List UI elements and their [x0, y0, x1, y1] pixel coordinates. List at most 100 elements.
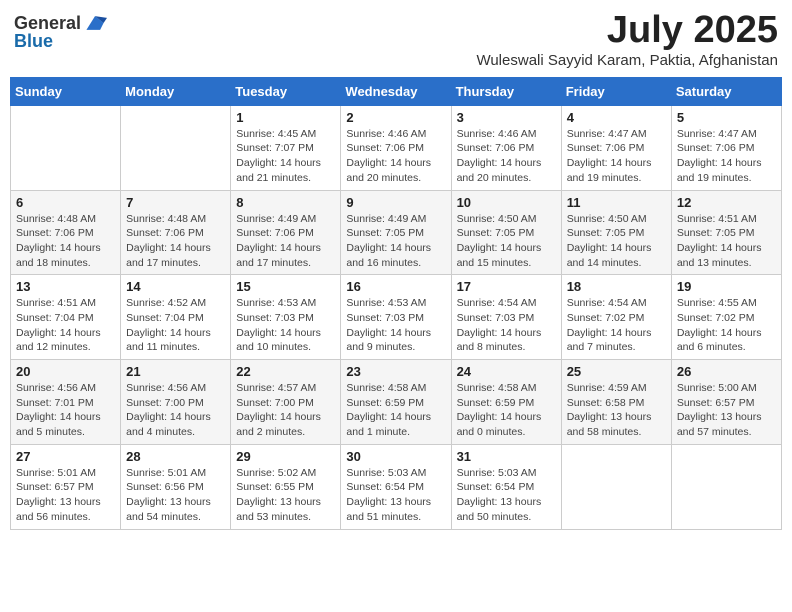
day-number: 23 — [346, 364, 445, 379]
table-row: 1 Sunrise: 4:45 AM Sunset: 7:07 PM Daylig… — [231, 105, 341, 190]
day-number: 3 — [457, 110, 556, 125]
day-number: 22 — [236, 364, 335, 379]
table-row: 7 Sunrise: 4:48 AM Sunset: 7:06 PM Daylig… — [121, 190, 231, 275]
title-block: July 2025 Wuleswali Sayyid Karam, Paktia… — [476, 10, 778, 69]
table-row: 5 Sunrise: 4:47 AM Sunset: 7:06 PM Daylig… — [671, 105, 781, 190]
day-detail: Sunrise: 4:56 AM Sunset: 7:00 PM Dayligh… — [126, 381, 225, 440]
table-row: 16 Sunrise: 4:53 AM Sunset: 7:03 PM Dayli… — [341, 275, 451, 360]
table-row: 2Sunrise: 4:46 AM Sunset: 7:06 PM Daylig… — [341, 105, 451, 190]
day-number: 20 — [16, 364, 115, 379]
col-monday: Monday — [121, 77, 231, 105]
day-number: 21 — [126, 364, 225, 379]
day-detail: Sunrise: 4:58 AM Sunset: 6:59 PM Dayligh… — [346, 381, 445, 440]
day-number: 8 — [236, 195, 335, 210]
day-detail: Sunrise: 4:46 AM Sunset: 7:06 PM Dayligh… — [346, 127, 445, 186]
table-row: 24 Sunrise: 4:58 AM Sunset: 6:59 PM Dayli… — [451, 360, 561, 445]
calendar-header-row: Sunday Monday Tuesday Wednesday Thursday… — [11, 77, 782, 105]
day-number: 24 — [457, 364, 556, 379]
table-row: 27Sunrise: 5:01 AM Sunset: 6:57 PM Dayli… — [11, 444, 121, 529]
table-row: 13Sunrise: 4:51 AM Sunset: 7:04 PM Dayli… — [11, 275, 121, 360]
day-number: 16 — [346, 279, 445, 294]
logo: General Blue — [14, 14, 107, 50]
table-row: 22 Sunrise: 4:57 AM Sunset: 7:00 PM Dayli… — [231, 360, 341, 445]
day-number: 4 — [567, 110, 666, 125]
day-detail: Sunrise: 4:47 AM Sunset: 7:06 PM Dayligh… — [567, 127, 666, 186]
table-row: 20 Sunrise: 4:56 AM Sunset: 7:01 PM Dayli… — [11, 360, 121, 445]
week-row-3: 13Sunrise: 4:51 AM Sunset: 7:04 PM Dayli… — [11, 275, 782, 360]
table-row: 14Sunrise: 4:52 AM Sunset: 7:04 PM Dayli… — [121, 275, 231, 360]
col-wednesday: Wednesday — [341, 77, 451, 105]
day-number: 25 — [567, 364, 666, 379]
day-detail: Sunrise: 4:50 AM Sunset: 7:05 PM Dayligh… — [457, 212, 556, 271]
day-detail: Sunrise: 4:50 AM Sunset: 7:05 PM Dayligh… — [567, 212, 666, 271]
col-tuesday: Tuesday — [231, 77, 341, 105]
day-detail: Sunrise: 5:01 AM Sunset: 6:57 PM Dayligh… — [16, 466, 115, 525]
day-detail: Sunrise: 4:53 AM Sunset: 7:03 PM Dayligh… — [236, 296, 335, 355]
week-row-1: 1 Sunrise: 4:45 AM Sunset: 7:07 PM Daylig… — [11, 105, 782, 190]
day-detail: Sunrise: 4:56 AM Sunset: 7:01 PM Dayligh… — [16, 381, 115, 440]
day-number: 10 — [457, 195, 556, 210]
day-number: 13 — [16, 279, 115, 294]
day-detail: Sunrise: 4:52 AM Sunset: 7:04 PM Dayligh… — [126, 296, 225, 355]
logo-icon — [83, 14, 107, 32]
table-row: 21 Sunrise: 4:56 AM Sunset: 7:00 PM Dayli… — [121, 360, 231, 445]
day-detail: Sunrise: 4:54 AM Sunset: 7:03 PM Dayligh… — [457, 296, 556, 355]
table-row: 28 Sunrise: 5:01 AM Sunset: 6:56 PM Dayli… — [121, 444, 231, 529]
day-number: 15 — [236, 279, 335, 294]
logo-general-text: General — [14, 14, 81, 32]
day-number: 30 — [346, 449, 445, 464]
day-detail: Sunrise: 4:49 AM Sunset: 7:06 PM Dayligh… — [236, 212, 335, 271]
table-row — [561, 444, 671, 529]
day-number: 9 — [346, 195, 445, 210]
day-number: 29 — [236, 449, 335, 464]
day-detail: Sunrise: 5:03 AM Sunset: 6:54 PM Dayligh… — [457, 466, 556, 525]
calendar-table: Sunday Monday Tuesday Wednesday Thursday… — [10, 77, 782, 530]
day-detail: Sunrise: 4:58 AM Sunset: 6:59 PM Dayligh… — [457, 381, 556, 440]
day-detail: Sunrise: 5:02 AM Sunset: 6:55 PM Dayligh… — [236, 466, 335, 525]
day-number: 1 — [236, 110, 335, 125]
table-row: 8 Sunrise: 4:49 AM Sunset: 7:06 PM Daylig… — [231, 190, 341, 275]
day-detail: Sunrise: 4:51 AM Sunset: 7:05 PM Dayligh… — [677, 212, 776, 271]
table-row: 3 Sunrise: 4:46 AM Sunset: 7:06 PM Daylig… — [451, 105, 561, 190]
day-detail: Sunrise: 5:03 AM Sunset: 6:54 PM Dayligh… — [346, 466, 445, 525]
day-number: 7 — [126, 195, 225, 210]
table-row: 26 Sunrise: 5:00 AM Sunset: 6:57 PM Dayli… — [671, 360, 781, 445]
table-row: 12Sunrise: 4:51 AM Sunset: 7:05 PM Dayli… — [671, 190, 781, 275]
day-number: 26 — [677, 364, 776, 379]
day-detail: Sunrise: 4:47 AM Sunset: 7:06 PM Dayligh… — [677, 127, 776, 186]
table-row: 23 Sunrise: 4:58 AM Sunset: 6:59 PM Dayli… — [341, 360, 451, 445]
day-number: 5 — [677, 110, 776, 125]
day-detail: Sunrise: 4:59 AM Sunset: 6:58 PM Dayligh… — [567, 381, 666, 440]
day-number: 19 — [677, 279, 776, 294]
day-detail: Sunrise: 4:53 AM Sunset: 7:03 PM Dayligh… — [346, 296, 445, 355]
col-saturday: Saturday — [671, 77, 781, 105]
table-row: 19 Sunrise: 4:55 AM Sunset: 7:02 PM Dayli… — [671, 275, 781, 360]
table-row: 15 Sunrise: 4:53 AM Sunset: 7:03 PM Dayli… — [231, 275, 341, 360]
table-row — [671, 444, 781, 529]
table-row — [121, 105, 231, 190]
day-number: 6 — [16, 195, 115, 210]
day-detail: Sunrise: 4:55 AM Sunset: 7:02 PM Dayligh… — [677, 296, 776, 355]
day-detail: Sunrise: 4:48 AM Sunset: 7:06 PM Dayligh… — [126, 212, 225, 271]
calendar-location: Wuleswali Sayyid Karam, Paktia, Afghanis… — [476, 52, 778, 69]
logo-blue-text: Blue — [14, 32, 53, 50]
table-row: 25 Sunrise: 4:59 AM Sunset: 6:58 PM Dayli… — [561, 360, 671, 445]
day-detail: Sunrise: 4:45 AM Sunset: 7:07 PM Dayligh… — [236, 127, 335, 186]
table-row: 31 Sunrise: 5:03 AM Sunset: 6:54 PM Dayli… — [451, 444, 561, 529]
table-row: 17 Sunrise: 4:54 AM Sunset: 7:03 PM Dayli… — [451, 275, 561, 360]
day-detail: Sunrise: 4:46 AM Sunset: 7:06 PM Dayligh… — [457, 127, 556, 186]
day-number: 18 — [567, 279, 666, 294]
day-number: 31 — [457, 449, 556, 464]
day-detail: Sunrise: 5:00 AM Sunset: 6:57 PM Dayligh… — [677, 381, 776, 440]
col-friday: Friday — [561, 77, 671, 105]
table-row: 29 Sunrise: 5:02 AM Sunset: 6:55 PM Dayli… — [231, 444, 341, 529]
day-number: 17 — [457, 279, 556, 294]
table-row: 11Sunrise: 4:50 AM Sunset: 7:05 PM Dayli… — [561, 190, 671, 275]
day-detail: Sunrise: 5:01 AM Sunset: 6:56 PM Dayligh… — [126, 466, 225, 525]
day-detail: Sunrise: 4:57 AM Sunset: 7:00 PM Dayligh… — [236, 381, 335, 440]
col-sunday: Sunday — [11, 77, 121, 105]
week-row-4: 20 Sunrise: 4:56 AM Sunset: 7:01 PM Dayli… — [11, 360, 782, 445]
day-number: 28 — [126, 449, 225, 464]
table-row: 18Sunrise: 4:54 AM Sunset: 7:02 PM Dayli… — [561, 275, 671, 360]
table-row — [11, 105, 121, 190]
